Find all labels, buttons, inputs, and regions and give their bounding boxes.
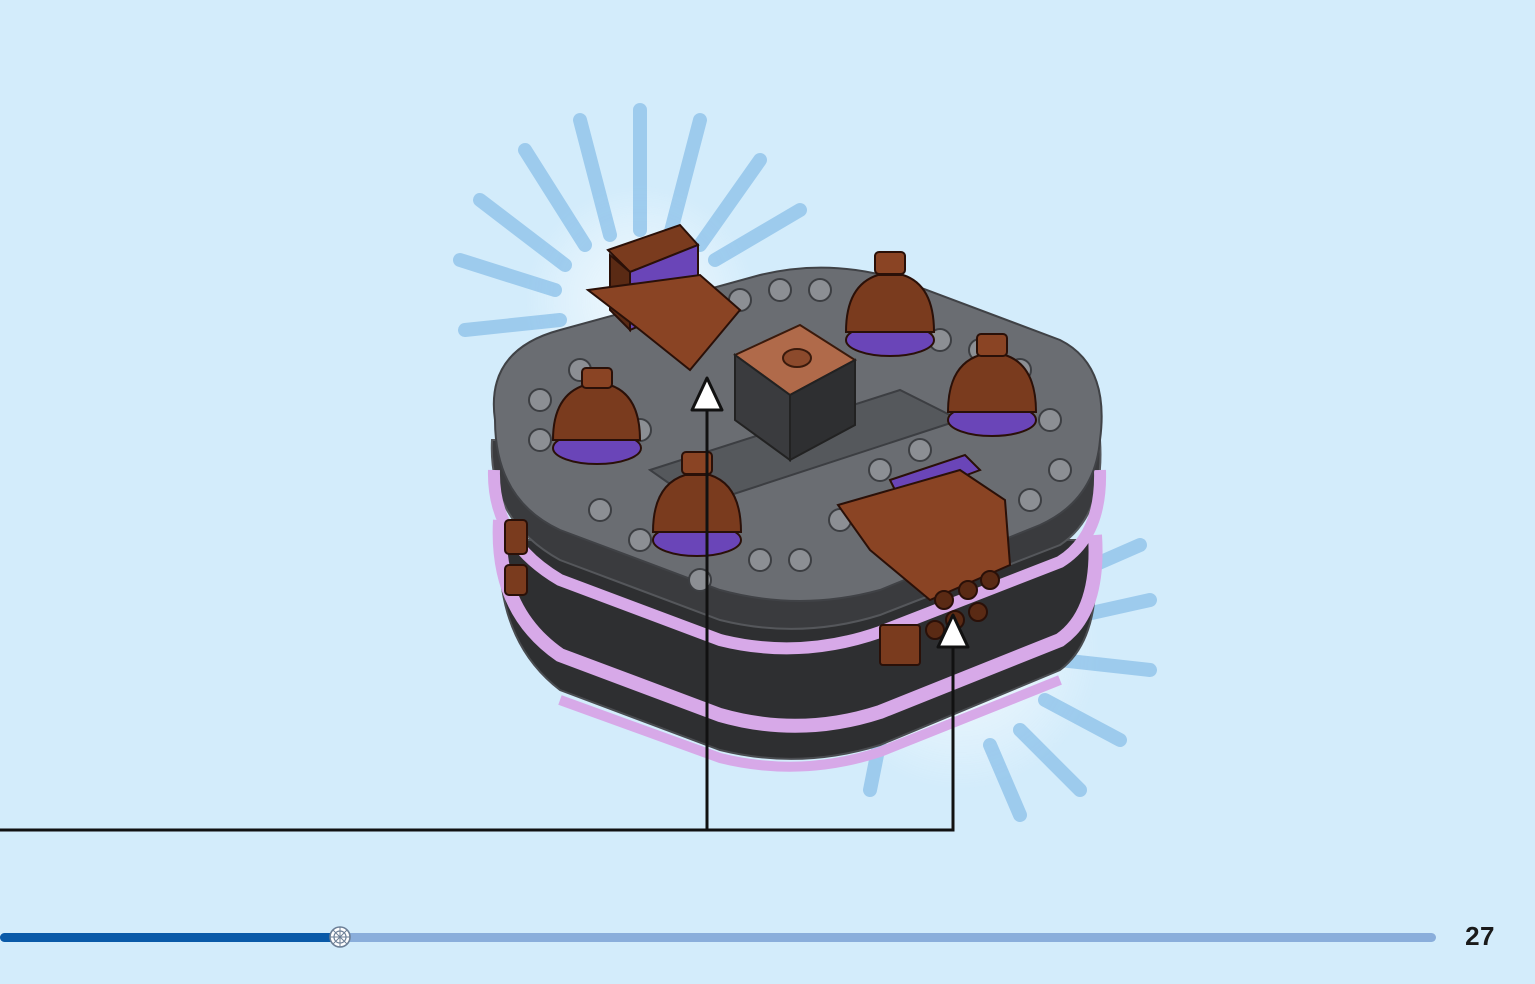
page-number: 27: [1465, 921, 1495, 951]
gear-icon: [329, 926, 351, 948]
progress-fill: [0, 933, 340, 942]
cone-piece-2: [844, 251, 936, 357]
instruction-page: 27: [0, 0, 1535, 984]
progress-track: [0, 933, 1436, 942]
build-step-illustration: [0, 103, 1157, 832]
